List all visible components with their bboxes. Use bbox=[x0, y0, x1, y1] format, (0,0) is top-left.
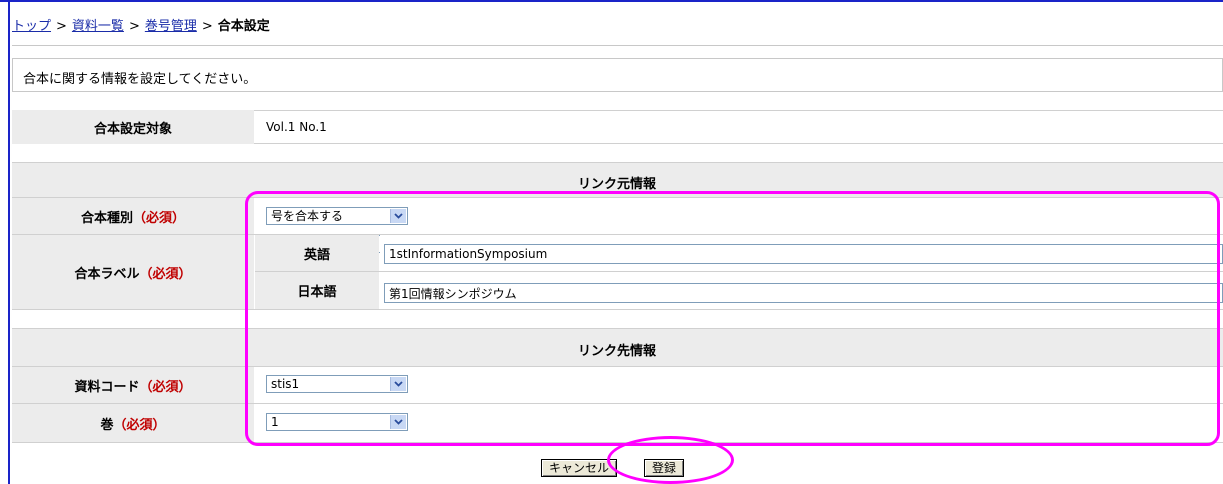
link-source-header-text: リンク元情報 bbox=[578, 177, 657, 192]
breadcrumb-link-materials[interactable]: 資料一覧 bbox=[72, 19, 124, 34]
target-value-cell: Vol.1 No.1 bbox=[254, 110, 1223, 144]
breadcrumb-link-volume-management[interactable]: 巻号管理 bbox=[145, 19, 197, 34]
target-value: Vol.1 No.1 bbox=[266, 120, 327, 134]
volume-required-text: （必須） bbox=[113, 417, 166, 433]
breadcrumb-current: 合本設定 bbox=[217, 19, 270, 34]
chevron-down-icon[interactable] bbox=[390, 377, 406, 391]
code-required-text: （必須） bbox=[139, 379, 192, 395]
cancel-button[interactable]: キャンセル bbox=[541, 459, 618, 477]
row-divider bbox=[12, 309, 1223, 310]
english-label: 英語 bbox=[255, 235, 379, 271]
link-source-header: リンク元情報 bbox=[12, 162, 1223, 197]
window-top-border bbox=[0, 0, 1223, 2]
link-target-header-text: リンク先情報 bbox=[578, 344, 657, 359]
breadcrumb-separator: > bbox=[56, 19, 67, 34]
target-label: 合本設定対象 bbox=[12, 110, 254, 144]
window-left-border bbox=[8, 2, 10, 484]
code-dropdown[interactable]: stis1 bbox=[266, 375, 408, 393]
label-label-text: 合本ラベル bbox=[74, 266, 140, 282]
volume-label: 巻（必須） bbox=[12, 404, 254, 442]
label-required-text: （必須） bbox=[139, 266, 192, 282]
japanese-label: 日本語 bbox=[255, 272, 379, 309]
type-label-text: 合本種別 bbox=[80, 210, 133, 226]
link-target-header: リンク先情報 bbox=[12, 328, 1223, 366]
breadcrumb-link-top[interactable]: トップ bbox=[12, 19, 51, 34]
volume-dropdown[interactable]: 1 bbox=[266, 413, 408, 431]
chevron-down-icon[interactable] bbox=[390, 209, 406, 223]
notice-box: 合本に関する情報を設定してください。 bbox=[12, 58, 1223, 92]
english-label-input[interactable] bbox=[384, 244, 1223, 264]
row-divider bbox=[12, 442, 1223, 443]
type-required-text: （必須） bbox=[133, 210, 186, 226]
row-divider bbox=[255, 271, 1223, 272]
breadcrumb-separator: > bbox=[128, 19, 140, 34]
type-label: 合本種別 （必須） bbox=[12, 198, 254, 234]
code-selected-value: stis1 bbox=[271, 377, 300, 391]
divider bbox=[12, 45, 1223, 46]
register-button[interactable]: 登録 bbox=[644, 459, 685, 477]
type-selected-value: 号を合本する bbox=[271, 209, 344, 223]
row-divider bbox=[12, 197, 1223, 198]
japanese-label-input[interactable] bbox=[384, 283, 1223, 303]
volume-selected-value: 1 bbox=[271, 415, 279, 429]
breadcrumb: トップ > 資料一覧 > 巻号管理 > 合本設定 bbox=[12, 19, 270, 35]
chevron-down-icon[interactable] bbox=[390, 415, 406, 429]
breadcrumb-separator: > bbox=[201, 19, 213, 34]
label-label: 合本ラベル （必須） bbox=[12, 235, 254, 309]
type-dropdown[interactable]: 号を合本する bbox=[266, 207, 408, 225]
row-divider bbox=[12, 234, 1223, 235]
row-divider bbox=[12, 403, 1223, 404]
code-label-text: 資料コード bbox=[74, 379, 140, 395]
notice-text: 合本に関する情報を設定してください。 bbox=[23, 72, 257, 87]
code-label: 資料コード （必須） bbox=[12, 367, 254, 403]
row-divider bbox=[12, 366, 1223, 367]
volume-label-text: 巻 bbox=[100, 417, 114, 433]
